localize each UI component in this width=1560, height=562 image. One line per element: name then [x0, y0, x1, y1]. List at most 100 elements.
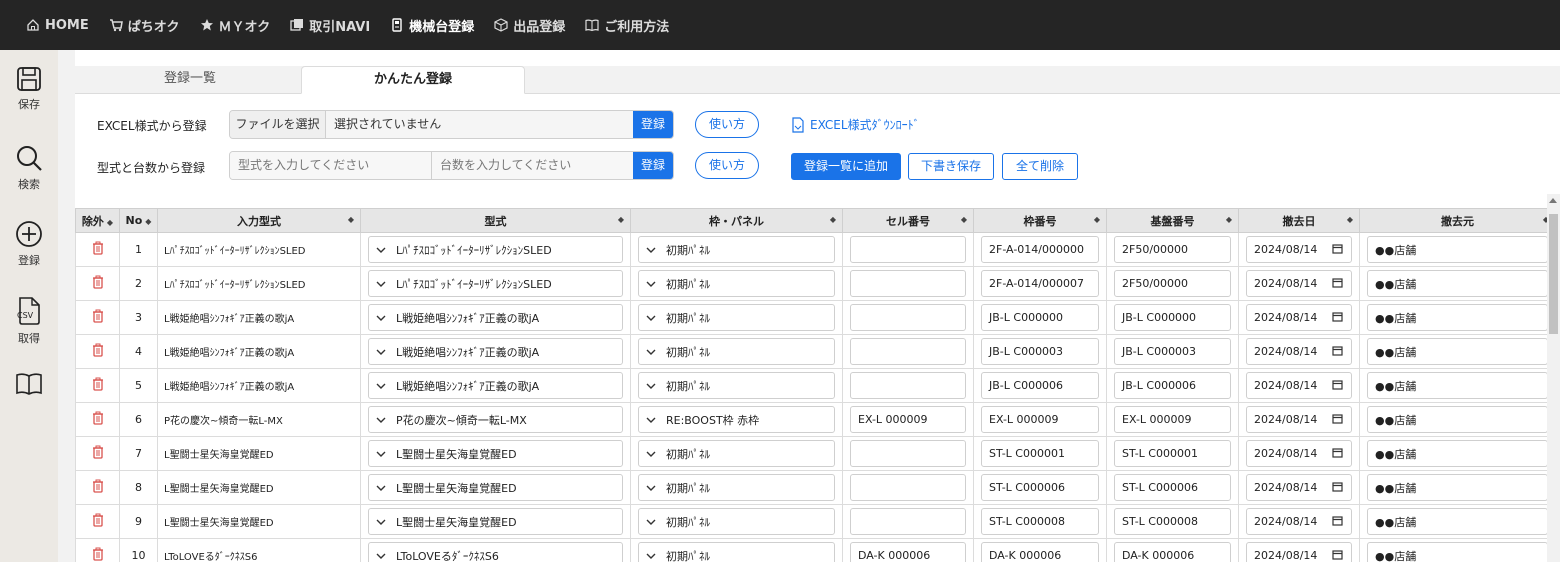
panel-select[interactable]: 初期ﾊﾟﾈﾙ [638, 372, 835, 399]
excel-register-button[interactable]: 登録 [633, 111, 673, 138]
model-select[interactable]: L聖闘士星矢海皇覚醒ED [368, 474, 623, 501]
model-select[interactable]: LﾊﾟﾁｽﾛｺﾞｯﾄﾞｲｰﾀｰﾘｻﾞﾚｸｼｮﾝSLED [368, 270, 623, 297]
frame-no-input[interactable]: ST-L C000008 [981, 508, 1099, 535]
calendar-icon[interactable] [1332, 379, 1343, 393]
model-select[interactable]: L聖闘士星矢海皇覚醒ED [368, 508, 623, 535]
trash-icon[interactable] [92, 309, 104, 326]
col-board-no[interactable]: 基盤番号 ◆ [1106, 208, 1239, 233]
trash-icon[interactable] [92, 411, 104, 428]
col-removal-source[interactable]: 撤去元 ◆ [1359, 208, 1547, 233]
scrollbar-thumb[interactable] [1549, 214, 1558, 334]
board-no-input[interactable]: JB-L C000000 [1114, 304, 1231, 331]
nav-item-4[interactable]: 機械台登録 [390, 16, 474, 35]
nav-item-6[interactable]: ご利用方法 [585, 16, 669, 35]
sidebar-search[interactable]: 検索 [0, 144, 58, 192]
sidebar-fetch[interactable]: CSV 取得 [0, 296, 58, 346]
file-select-button[interactable]: ファイルを選択 [230, 111, 326, 138]
cell-no-input[interactable] [850, 440, 966, 467]
board-no-input[interactable]: ST-L C000008 [1114, 508, 1231, 535]
board-no-input[interactable]: 2F50/00000 [1114, 270, 1231, 297]
col-cell-no[interactable]: セル番号 ◆ [842, 208, 974, 233]
nav-item-5[interactable]: 出品登録 [494, 16, 565, 35]
frame-no-input[interactable]: DA-K 000006 [981, 542, 1099, 562]
removal-date-input[interactable]: 2024/08/14 [1246, 304, 1352, 331]
trash-icon[interactable] [92, 479, 104, 496]
removal-date-input[interactable]: 2024/08/14 [1246, 270, 1352, 297]
removal-date-input[interactable]: 2024/08/14 [1246, 406, 1352, 433]
excel-download-link[interactable]: EXCEL様式ﾀﾞｳﾝﾛｰﾄﾞ [791, 116, 920, 133]
panel-select[interactable]: RE:BOOST枠 赤枠 [638, 406, 835, 433]
cell-no-input[interactable] [850, 304, 966, 331]
model-input[interactable]: 型式を入力してください [230, 152, 432, 179]
model-select[interactable]: L戦姫絶唱ｼﾝﾌｫｷﾞｱ正義の歌jA [368, 304, 623, 331]
cell-no-input[interactable] [850, 236, 966, 263]
calendar-icon[interactable] [1332, 311, 1343, 325]
board-no-input[interactable]: ST-L C000001 [1114, 440, 1231, 467]
model-select[interactable]: LToLOVEるﾀﾞｰｸﾈｽS6 [368, 542, 623, 562]
removal-date-input[interactable]: 2024/08/14 [1246, 338, 1352, 365]
panel-select[interactable]: 初期ﾊﾟﾈﾙ [638, 508, 835, 535]
nav-item-1[interactable]: ぱちオク [109, 16, 180, 35]
panel-select[interactable]: 初期ﾊﾟﾈﾙ [638, 474, 835, 501]
model-select[interactable]: L聖闘士星矢海皇覚醒ED [368, 440, 623, 467]
calendar-icon[interactable] [1332, 481, 1343, 495]
col-removal-date[interactable]: 撤去日 ◆ [1238, 208, 1360, 233]
col-frame-no[interactable]: 枠番号 ◆ [973, 208, 1107, 233]
panel-select[interactable]: 初期ﾊﾟﾈﾙ [638, 440, 835, 467]
frame-no-input[interactable]: 2F-A-014/000000 [981, 236, 1099, 263]
model-register-button[interactable]: 登録 [633, 152, 673, 179]
panel-select[interactable]: 初期ﾊﾟﾈﾙ [638, 542, 835, 562]
sidebar-save[interactable]: 保存 [0, 66, 58, 112]
board-no-input[interactable]: JB-L C000006 [1114, 372, 1231, 399]
panel-select[interactable]: 初期ﾊﾟﾈﾙ [638, 236, 835, 263]
cell-no-input[interactable]: EX-L 000009 [850, 406, 966, 433]
tab-register-list[interactable]: 登録一覧 [115, 66, 265, 94]
removal-source-input[interactable]: ●●店舗 [1367, 372, 1547, 399]
excel-howto-button[interactable]: 使い方 [695, 111, 759, 138]
col-model[interactable]: 型式 ◆ [360, 208, 631, 233]
removal-date-input[interactable]: 2024/08/14 [1246, 440, 1352, 467]
removal-date-input[interactable]: 2024/08/14 [1246, 508, 1352, 535]
panel-select[interactable]: 初期ﾊﾟﾈﾙ [638, 338, 835, 365]
model-select[interactable]: P花の慶次~傾奇一転L-MX [368, 406, 623, 433]
trash-icon[interactable] [92, 547, 104, 562]
panel-select[interactable]: 初期ﾊﾟﾈﾙ [638, 304, 835, 331]
panel-select[interactable]: 初期ﾊﾟﾈﾙ [638, 270, 835, 297]
calendar-icon[interactable] [1332, 277, 1343, 291]
model-select[interactable]: L戦姫絶唱ｼﾝﾌｫｷﾞｱ正義の歌jA [368, 338, 623, 365]
cell-no-input[interactable] [850, 508, 966, 535]
trash-icon[interactable] [92, 343, 104, 360]
col-no[interactable]: No ◆ [119, 208, 158, 233]
calendar-icon[interactable] [1332, 413, 1343, 427]
col-input-model[interactable]: 入力型式 ◆ [157, 208, 361, 233]
count-input[interactable]: 台数を入力してください [432, 152, 633, 179]
board-no-input[interactable]: DA-K 000006 [1114, 542, 1231, 562]
trash-icon[interactable] [92, 513, 104, 530]
model-select[interactable]: LﾊﾟﾁｽﾛｺﾞｯﾄﾞｲｰﾀｰﾘｻﾞﾚｸｼｮﾝSLED [368, 236, 623, 263]
cell-no-input[interactable]: DA-K 000006 [850, 542, 966, 562]
sidebar-guide[interactable] [0, 372, 58, 400]
removal-date-input[interactable]: 2024/08/14 [1246, 542, 1352, 562]
frame-no-input[interactable]: EX-L 000009 [981, 406, 1099, 433]
board-no-input[interactable]: ST-L C000006 [1114, 474, 1231, 501]
removal-source-input[interactable]: ●●店舗 [1367, 440, 1547, 467]
scroll-up-arrow-icon[interactable] [1549, 198, 1557, 203]
nav-item-3[interactable]: 取引NAVI [290, 16, 370, 35]
frame-no-input[interactable]: ST-L C000006 [981, 474, 1099, 501]
removal-source-input[interactable]: ●●店舗 [1367, 474, 1547, 501]
calendar-icon[interactable] [1332, 549, 1343, 562]
calendar-icon[interactable] [1332, 515, 1343, 529]
board-no-input[interactable]: JB-L C000003 [1114, 338, 1231, 365]
cell-no-input[interactable] [850, 474, 966, 501]
removal-source-input[interactable]: ●●店舗 [1367, 270, 1547, 297]
sidebar-register[interactable]: 登録 [0, 220, 58, 268]
removal-source-input[interactable]: ●●店舗 [1367, 406, 1547, 433]
calendar-icon[interactable] [1332, 243, 1343, 257]
removal-source-input[interactable]: ●●店舗 [1367, 304, 1547, 331]
frame-no-input[interactable]: 2F-A-014/000007 [981, 270, 1099, 297]
removal-date-input[interactable]: 2024/08/14 [1246, 372, 1352, 399]
removal-source-input[interactable]: ●●店舗 [1367, 508, 1547, 535]
cell-no-input[interactable] [850, 372, 966, 399]
cell-no-input[interactable] [850, 270, 966, 297]
board-no-input[interactable]: EX-L 000009 [1114, 406, 1231, 433]
